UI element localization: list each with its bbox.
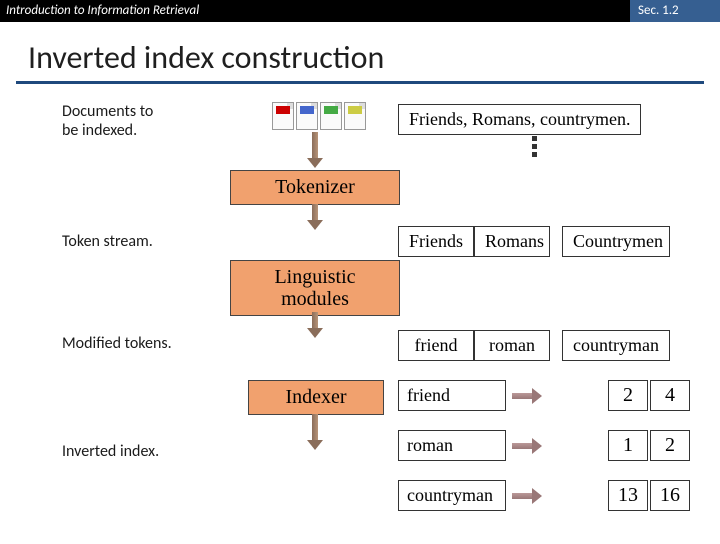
posting-row: friend 2 4: [398, 380, 690, 411]
doc-icon: [272, 102, 294, 130]
diagram-area: Documents to be indexed. Friends, Romans…: [0, 84, 720, 544]
posting-term: countryman: [398, 480, 506, 511]
arrow-right-icon: [512, 440, 542, 452]
doc-icon: [296, 102, 318, 130]
linguistic-box: Linguistic modules: [230, 260, 400, 316]
slide-header: Introduction to Information Retrieval Se…: [0, 0, 720, 22]
token-cell: countryman: [562, 330, 670, 361]
posting-term: roman: [398, 430, 506, 461]
posting-id: 13: [608, 480, 648, 511]
course-title: Introduction to Information Retrieval: [0, 0, 630, 22]
doc-icon: [320, 102, 342, 130]
document-icons: [272, 102, 366, 130]
token-cell: roman: [474, 330, 550, 361]
doc-icon: [344, 102, 366, 130]
token-cell: Romans: [474, 226, 550, 257]
label-token-stream: Token stream.: [62, 232, 153, 251]
vertical-dots-icon: [532, 136, 537, 157]
posting-id: 2: [608, 380, 648, 411]
posting-id: 16: [650, 480, 690, 511]
label-inverted-index: Inverted index.: [62, 442, 159, 461]
slide-title: Inverted index construction: [28, 38, 720, 77]
posting-id: 2: [650, 430, 690, 461]
section-tag: Sec. 1.2: [630, 0, 720, 22]
label-modified-tokens: Modified tokens.: [62, 334, 172, 353]
arrow-right-icon: [512, 390, 542, 402]
label-documents: Documents to be indexed.: [62, 102, 153, 140]
posting-term: friend: [398, 380, 506, 411]
token-row-modified: friend roman countryman: [398, 330, 670, 361]
token-row-raw: Friends Romans Countrymen: [398, 226, 670, 257]
token-cell: Countrymen: [562, 226, 670, 257]
tokenizer-box: Tokenizer: [230, 170, 400, 205]
token-cell: Friends: [398, 226, 474, 257]
arrow-right-icon: [512, 490, 534, 502]
indexer-box: Indexer: [248, 380, 384, 415]
input-sentence: Friends, Romans, countrymen.: [398, 104, 641, 135]
posting-row: countryman 13 16: [398, 480, 690, 511]
posting-id: 4: [650, 380, 690, 411]
token-cell: friend: [398, 330, 474, 361]
posting-id: 1: [608, 430, 648, 461]
posting-row: roman 1 2: [398, 430, 690, 461]
